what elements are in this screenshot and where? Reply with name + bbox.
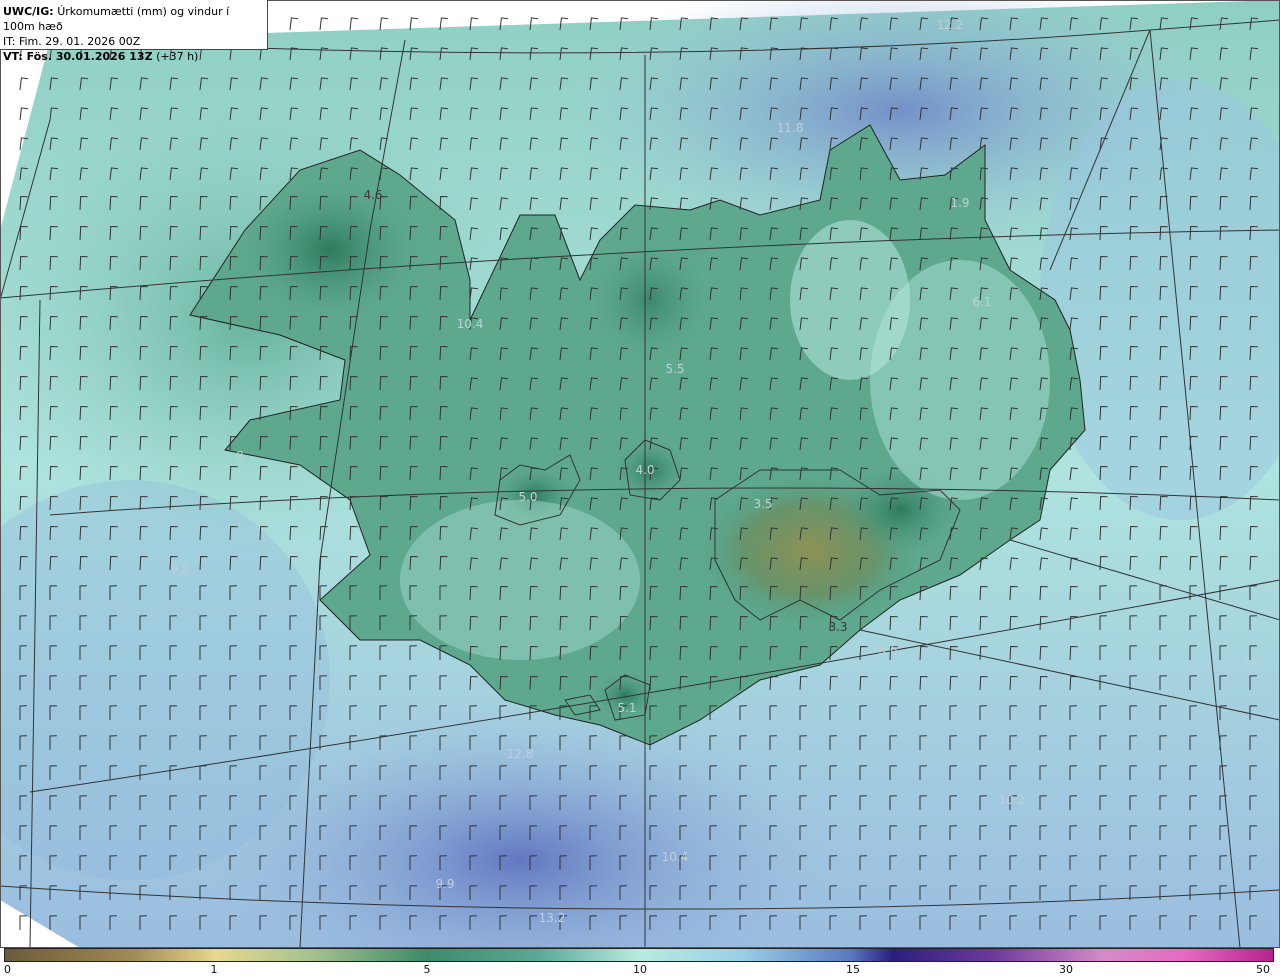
value-label: 9.2 xyxy=(170,562,190,576)
init-line: IT: Fim. 29. 01. 2026 00Z xyxy=(3,34,264,49)
valid-line: VT: Fös. 30.01.2026 13Z (+37 h) xyxy=(3,49,264,64)
colorbar-gradient xyxy=(4,948,1274,962)
value-label: 3.5 xyxy=(753,497,773,511)
value-label: 6.1 xyxy=(972,295,992,309)
valid-time: Fös. 30.01.2026 13Z xyxy=(26,50,153,63)
value-label: 9.9 xyxy=(435,877,455,891)
value-label: 3.3 xyxy=(828,620,848,634)
value-label: 12.2 xyxy=(936,18,964,32)
value-label: 12.8 xyxy=(506,747,534,761)
value-label: 8 xyxy=(236,449,244,463)
value-label: 5.1 xyxy=(617,701,637,715)
value-label: 13.2 xyxy=(538,911,566,925)
lead-time: (+37 h) xyxy=(156,50,199,63)
value-label: 5.0 xyxy=(518,490,538,504)
title-line: UWC/IG: Úrkomumætti (mm) og vindur í 100… xyxy=(3,4,264,34)
colorbar-tick: 50 xyxy=(1256,963,1270,976)
value-label: 10.2 xyxy=(998,793,1026,807)
colorbar-tick: 1 xyxy=(210,963,218,976)
colorbar-tick: 30 xyxy=(1059,963,1073,976)
value-label: 11.8 xyxy=(776,121,804,135)
init-label: IT: xyxy=(3,35,16,48)
model-label: UWC/IG: xyxy=(3,5,54,18)
value-label: 5.6 xyxy=(878,643,898,657)
valid-label: VT: xyxy=(3,50,23,63)
value-label: 10.4 xyxy=(661,850,689,864)
colorbar: 0 1 5 10 15 30 50 xyxy=(0,948,1280,978)
value-label: 10.4 xyxy=(456,317,484,331)
colorbar-tick: 10 xyxy=(633,963,647,976)
colorbar-tick: 0 xyxy=(4,963,11,976)
colorbar-tick: 5 xyxy=(423,963,431,976)
value-label: 4.6 xyxy=(363,188,383,202)
value-label: 4.0 xyxy=(635,463,655,477)
colorbar-tick: 15 xyxy=(846,963,860,976)
value-label: 5.5 xyxy=(665,362,685,376)
value-label: 7.8 xyxy=(1242,655,1262,669)
init-time: Fim. 29. 01. 2026 00Z xyxy=(18,35,141,48)
header-info-box: UWC/IG: Úrkomumætti (mm) og vindur í 100… xyxy=(0,0,268,63)
value-label: 1.9 xyxy=(950,196,970,210)
